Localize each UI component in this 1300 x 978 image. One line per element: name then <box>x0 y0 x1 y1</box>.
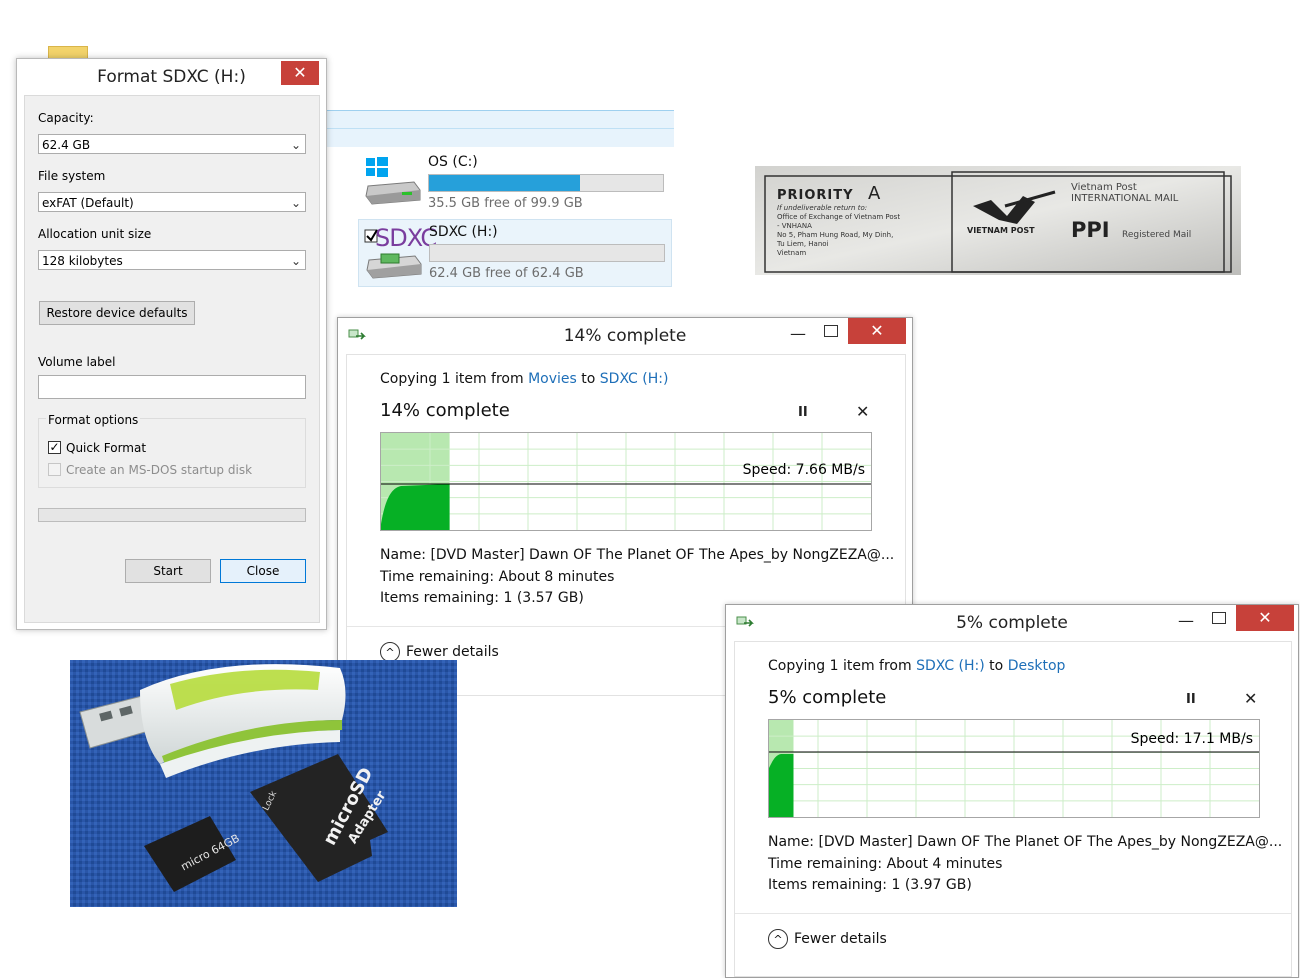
drive-free-text: 62.4 GB free of 62.4 GB <box>429 266 584 281</box>
dest-link[interactable]: Desktop <box>1008 658 1066 674</box>
speed-graph: Speed: 17.1 MB/s <box>768 719 1260 818</box>
label-grade: A <box>868 183 881 204</box>
drive-name: SDXC (H:) <box>429 224 498 240</box>
maximize-icon[interactable] <box>824 325 838 337</box>
quick-format-label: Quick Format <box>66 441 147 455</box>
speed-graph-plot <box>381 433 871 530</box>
percent-complete: 5% complete <box>768 687 887 708</box>
close-icon[interactable]: ✕ <box>281 61 319 85</box>
source-link[interactable]: Movies <box>528 371 577 387</box>
capacity-select[interactable]: 62.4 GB ⌄ <box>38 134 306 154</box>
speed-readout: Speed: 17.1 MB/s <box>1130 731 1253 747</box>
label-registered: Registered Mail <box>1122 230 1192 240</box>
time-remaining-line: Time remaining: About 4 minutes <box>768 856 1003 872</box>
allocation-select[interactable]: 128 kilobytes ⌄ <box>38 250 306 270</box>
drive-os-c[interactable]: OS (C:) 35.5 GB free of 99.9 GB <box>358 150 670 216</box>
fewer-details-toggle[interactable]: ^ Fewer details <box>768 929 887 949</box>
maximize-icon[interactable] <box>1212 612 1226 624</box>
hard-drive-icon <box>365 157 421 205</box>
format-options-label: Format options <box>46 413 141 427</box>
copy-dialog-2: 5% complete — ✕ Copying 1 item from SDXC… <box>725 604 1299 978</box>
drive-free-text: 35.5 GB free of 99.9 GB <box>428 196 583 211</box>
msdos-label: Create an MS-DOS startup disk <box>66 463 253 477</box>
dest-link[interactable]: SDXC (H:) <box>600 371 669 387</box>
time-remaining-line: Time remaining: About 8 minutes <box>380 569 615 585</box>
file-system-label: File system <box>38 169 106 183</box>
drive-name: OS (C:) <box>428 154 478 170</box>
speed-readout: Speed: 7.66 MB/s <box>742 462 865 478</box>
explorer-header-band <box>326 110 674 147</box>
dialog-title: Format SDXC (H:) <box>97 67 246 87</box>
copy-from-text: Copying 1 item from Movies to SDXC (H:) <box>380 371 669 387</box>
volume-label-input[interactable] <box>38 375 306 399</box>
pause-icon[interactable]: II <box>798 405 808 420</box>
format-progress-bar <box>38 508 306 522</box>
allocation-label: Allocation unit size <box>38 227 152 241</box>
drive-usage-fill <box>429 175 580 191</box>
file-name-line: Name: [DVD Master] Dawn OF The Planet OF… <box>768 834 1283 850</box>
label-intl-mail: INTERNATIONAL MAIL <box>1071 193 1179 204</box>
file-name-line: Name: [DVD Master] Dawn OF The Planet OF… <box>380 547 895 563</box>
label-priority: PRIORITY <box>777 188 854 203</box>
items-remaining-line: Items remaining: 1 (3.57 GB) <box>380 590 584 606</box>
drive-usage-bar <box>428 174 664 192</box>
card-reader-photo: micro 64GB Lock microSD Adapter <box>70 660 457 907</box>
close-icon[interactable]: ✕ <box>1236 605 1294 631</box>
file-system-select[interactable]: exFAT (Default) ⌄ <box>38 192 306 212</box>
cancel-icon[interactable]: ✕ <box>1244 689 1257 708</box>
close-button[interactable]: Close <box>220 559 306 583</box>
cancel-icon[interactable]: ✕ <box>856 402 869 421</box>
label-vn-post: Vietnam Post <box>1071 182 1137 193</box>
format-dialog: Format SDXC (H:) ✕ Capacity: 62.4 GB ⌄ F… <box>16 58 327 630</box>
capacity-label: Capacity: <box>38 111 94 125</box>
pause-icon[interactable]: II <box>1186 692 1196 707</box>
format-dialog-body: Capacity: 62.4 GB ⌄ File system exFAT (D… <box>24 95 320 623</box>
start-button[interactable]: Start <box>125 559 211 583</box>
close-icon[interactable]: ✕ <box>848 318 906 344</box>
label-brand: VIETNAM POST <box>967 226 1035 235</box>
msdos-checkbox <box>48 463 61 476</box>
chevron-down-icon: ⌄ <box>290 196 301 210</box>
drive-usage-bar <box>429 244 665 262</box>
copy-dialog-body: Copying 1 item from SDXC (H:) to Desktop… <box>734 641 1292 977</box>
label-ppi: PPI <box>1071 218 1110 242</box>
chevron-down-icon: ⌄ <box>290 254 301 268</box>
label-undeliverable: If undeliverable return to: <box>777 204 868 212</box>
restore-defaults-button[interactable]: Restore device defaults <box>39 301 195 325</box>
label-return-address: Office of Exchange of Vietnam Post - VNH… <box>777 213 901 257</box>
minimize-icon[interactable]: — <box>1178 611 1194 630</box>
drive-overlay-text: SDXC <box>375 224 437 252</box>
chevron-up-icon: ^ <box>768 929 788 949</box>
fewer-details-toggle[interactable]: ^ Fewer details <box>380 642 499 662</box>
items-remaining-line: Items remaining: 1 (3.97 GB) <box>768 877 972 893</box>
volume-label-label: Volume label <box>38 355 116 369</box>
percent-complete: 14% complete <box>380 400 510 421</box>
speed-graph: Speed: 7.66 MB/s <box>380 432 872 531</box>
chevron-up-icon: ^ <box>380 642 400 662</box>
speed-area <box>769 754 794 817</box>
chevron-down-icon: ⌄ <box>290 138 301 152</box>
divider <box>735 913 1291 914</box>
quick-format-checkbox[interactable]: ✓ <box>48 441 61 454</box>
drive-sdxc-h[interactable]: SDXC SDXC (H:) 62.4 GB free of 62.4 GB <box>358 219 672 287</box>
minimize-icon[interactable]: — <box>790 324 806 343</box>
postal-label-photo: PRIORITY A If undeliverable return to: O… <box>755 166 1241 275</box>
copy-from-text: Copying 1 item from SDXC (H:) to Desktop <box>768 658 1066 674</box>
source-link[interactable]: SDXC (H:) <box>916 658 985 674</box>
